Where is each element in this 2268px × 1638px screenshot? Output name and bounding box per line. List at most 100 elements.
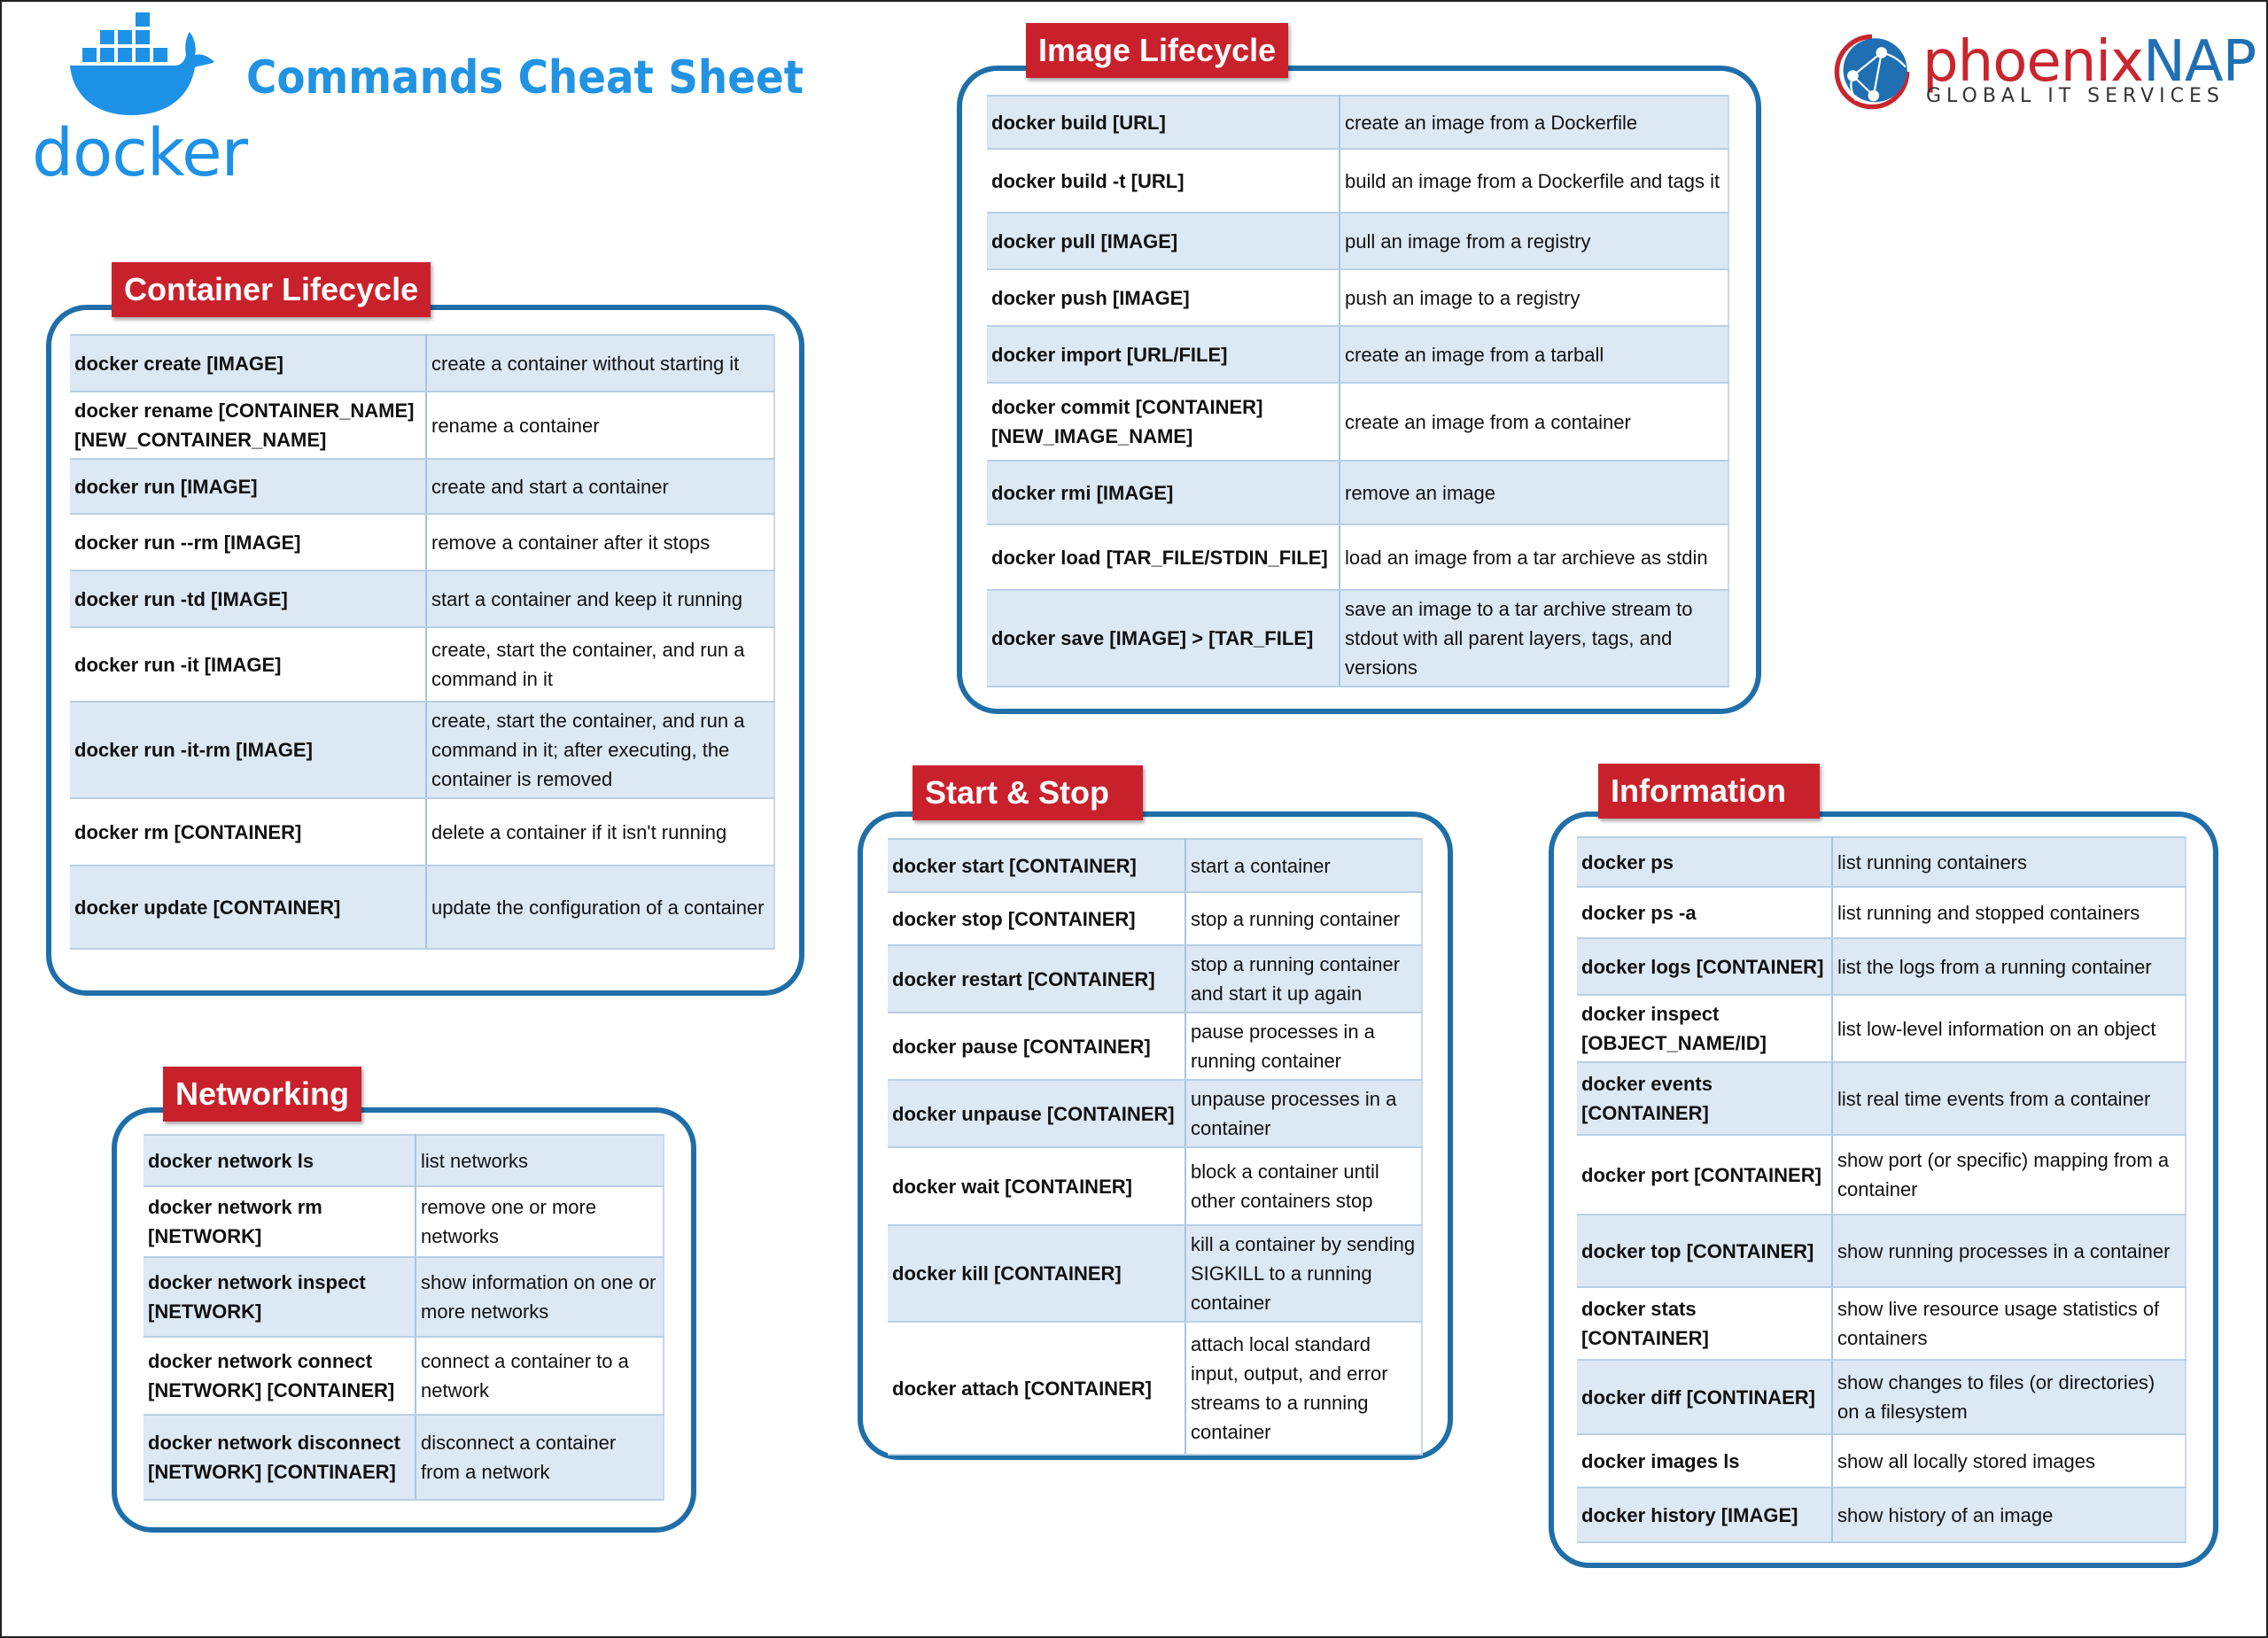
image-lifecycle-table: docker build [URL] create an image from a… (987, 95, 1729, 687)
command-cell: docker unpause [CONTAINER] (888, 1079, 1186, 1148)
table-row: docker run --rm [IMAGE] remove a containe… (70, 513, 775, 571)
table-row: docker inspect [OBJECT_NAME/ID] list low-… (1577, 994, 2186, 1063)
command-cell: docker network rm [NETWORK] (144, 1185, 416, 1258)
table-row: docker create [IMAGE] create a container … (70, 334, 775, 392)
command-cell: docker wait [CONTAINER] (888, 1146, 1186, 1226)
description-cell: list real time events from a container (1832, 1061, 2186, 1136)
description-cell: show live resource usage statistics of c… (1832, 1286, 2186, 1361)
description-cell: list low-level information on an object (1832, 994, 2186, 1063)
description-cell: kill a container by sending SIGKILL to a… (1185, 1224, 1423, 1323)
description-cell: delete a container if it isn't running (426, 797, 775, 866)
description-cell: show changes to files (or directories) o… (1832, 1359, 2186, 1435)
docker-wordmark: docker (32, 115, 248, 191)
table-row: docker run -it-rm [IMAGE] create, start t… (70, 701, 775, 799)
table-row: docker port [CONTAINER] show port (or spe… (1577, 1134, 2186, 1215)
command-cell: docker start [CONTAINER] (888, 838, 1186, 893)
description-cell: list running and stopped containers (1832, 886, 2186, 939)
table-row: docker diff [CONTINAER] show changes to f… (1577, 1359, 2186, 1435)
table-row: docker commit [CONTAINER] [NEW_IMAGE_NAM… (987, 382, 1729, 462)
table-row: docker restart [CONTAINER] stop a running… (888, 944, 1423, 1013)
table-row: docker start [CONTAINER] start a containe… (888, 838, 1423, 893)
section-title-information: Information (1598, 764, 1820, 819)
information-table: docker ps list running containers docker p… (1577, 836, 2186, 1543)
command-cell: docker pause [CONTAINER] (888, 1012, 1186, 1081)
description-cell: connect a container to a network (416, 1336, 664, 1416)
command-cell: docker network ls (144, 1134, 416, 1187)
description-cell: unpause processes in a container (1185, 1079, 1423, 1148)
command-cell: docker pull [IMAGE] (987, 212, 1340, 270)
description-cell: block a container until other containers… (1185, 1146, 1423, 1226)
section-title-start-stop: Start & Stop (913, 765, 1144, 820)
description-cell: show running processes in a container (1832, 1214, 2186, 1288)
command-cell: docker events [CONTAINER] (1577, 1061, 1833, 1136)
section-title-container-lifecycle: Container Lifecycle (112, 262, 431, 317)
command-cell: docker create [IMAGE] (70, 334, 427, 392)
description-cell: create an image from a Dockerfile (1340, 95, 1729, 150)
table-row: docker stop [CONTAINER] stop a running co… (888, 891, 1423, 946)
command-cell: docker network connect [NETWORK] [CONTAI… (144, 1336, 416, 1416)
description-cell: start a container and keep it running (426, 570, 775, 628)
table-row: docker stats [CONTAINER] show live resour… (1577, 1286, 2186, 1361)
command-cell: docker build [URL] (987, 95, 1340, 150)
command-cell: docker save [IMAGE] > [TAR_FILE] (987, 589, 1340, 687)
description-cell: stop a running container and start it up… (1185, 944, 1423, 1013)
description-cell: show all locally stored images (1832, 1433, 2186, 1488)
description-cell: update the configuration of a container (426, 865, 775, 950)
table-row: docker ps -a list running and stopped con… (1577, 886, 2186, 939)
command-cell: docker run [IMAGE] (70, 458, 427, 515)
table-row: docker attach [CONTAINER] attach local st… (888, 1321, 1423, 1456)
description-cell: remove a container after it stops (426, 513, 775, 571)
command-cell: docker run -it [IMAGE] (70, 626, 427, 703)
table-row: docker build [URL] create an image from a… (987, 95, 1729, 150)
description-cell: list networks (416, 1134, 664, 1187)
command-cell: docker update [CONTAINER] (70, 865, 427, 950)
command-cell: docker load [TAR_FILE/STDIN_FILE] (987, 524, 1340, 591)
table-row: docker history [IMAGE] show history of an… (1577, 1487, 2186, 1543)
command-cell: docker diff [CONTINAER] (1577, 1359, 1833, 1435)
description-cell: create an image from a container (1340, 382, 1729, 462)
phoenixnap-wordmark: phoenixNAP (1922, 34, 2256, 90)
description-cell: rename a container (426, 391, 775, 460)
networking-table: docker network ls list networks docker net… (144, 1134, 664, 1501)
description-cell: pull an image from a registry (1340, 212, 1729, 270)
start-stop-table: docker start [CONTAINER] start a containe… (888, 838, 1423, 1456)
table-row: docker network rm [NETWORK] remove one or… (144, 1185, 664, 1258)
table-row: docker run [IMAGE] create and start a con… (70, 458, 775, 515)
table-row: docker save [IMAGE] > [TAR_FILE] save an … (987, 589, 1729, 687)
table-row: docker rename [CONTAINER_NAME] [NEW_CONT… (70, 391, 775, 460)
table-row: docker unpause [CONTAINER] unpause proces… (888, 1079, 1423, 1148)
command-cell: docker commit [CONTAINER] [NEW_IMAGE_NAM… (987, 382, 1340, 462)
command-cell: docker ps (1577, 836, 1833, 888)
table-row: docker kill [CONTAINER] kill a container … (888, 1224, 1423, 1323)
container-lifecycle-table: docker create [IMAGE] create a container … (70, 334, 775, 950)
table-row: docker pause [CONTAINER] pause processes … (888, 1012, 1423, 1081)
description-cell: start a container (1185, 838, 1423, 893)
table-row: docker rm [CONTAINER] delete a container … (70, 797, 775, 866)
command-cell: docker ps -a (1577, 886, 1833, 939)
description-cell: show port (or specific) mapping from a c… (1832, 1134, 2186, 1215)
table-row: docker load [TAR_FILE/STDIN_FILE] load an… (987, 524, 1729, 591)
command-cell: docker push [IMAGE] (987, 268, 1340, 327)
description-cell: save an image to a tar archive stream to… (1340, 589, 1729, 687)
description-cell: create a container without starting it (426, 334, 775, 392)
description-cell: create, start the container, and run a c… (426, 626, 775, 703)
table-row: docker images ls show all locally stored … (1577, 1433, 2186, 1488)
description-cell: create, start the container, and run a c… (426, 701, 775, 799)
command-cell: docker attach [CONTAINER] (888, 1321, 1186, 1456)
table-row: docker run -it [IMAGE] create, start the … (70, 626, 775, 703)
table-row: docker logs [CONTAINER] list the logs fro… (1577, 937, 2186, 996)
description-cell: show history of an image (1832, 1487, 2186, 1543)
command-cell: docker run -it-rm [IMAGE] (70, 701, 427, 799)
command-cell: docker top [CONTAINER] (1577, 1214, 1833, 1288)
description-cell: list running containers (1832, 836, 2186, 888)
table-row: docker import [URL/FILE] create an image … (987, 325, 1729, 384)
table-row: docker top [CONTAINER] show running proce… (1577, 1214, 2186, 1288)
description-cell: attach local standard input, output, and… (1185, 1321, 1423, 1456)
command-cell: docker build -t [URL] (987, 148, 1340, 213)
command-cell: docker rename [CONTAINER_NAME] [NEW_CONT… (70, 391, 427, 460)
command-cell: docker logs [CONTAINER] (1577, 937, 1833, 996)
description-cell: disconnect a container from a network (416, 1414, 664, 1501)
description-cell: remove one or more networks (416, 1185, 664, 1258)
command-cell: docker images ls (1577, 1433, 1833, 1488)
command-cell: docker rm [CONTAINER] (70, 797, 427, 866)
